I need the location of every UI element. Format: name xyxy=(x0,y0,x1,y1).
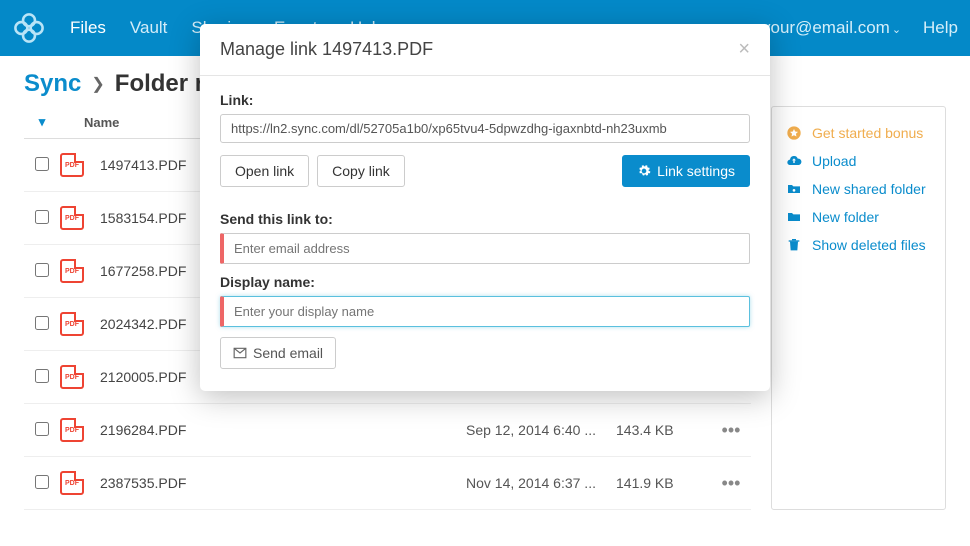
logo-icon[interactable] xyxy=(12,11,46,45)
pdf-icon: PDF xyxy=(60,206,84,230)
button-label: Link settings xyxy=(657,163,735,179)
row-checkbox[interactable] xyxy=(35,316,49,330)
pdf-icon: PDF xyxy=(60,471,84,495)
pdf-icon: PDF xyxy=(60,418,84,442)
pdf-icon: PDF xyxy=(60,153,84,177)
button-label: Send email xyxy=(253,345,323,361)
row-actions-icon[interactable]: ••• xyxy=(711,473,751,494)
sidebar-item-label: New shared folder xyxy=(812,181,926,197)
trash-icon xyxy=(786,237,802,253)
shared-folder-icon xyxy=(786,181,802,197)
sidebar-item-label: New folder xyxy=(812,209,879,225)
nav-right: your@email.com⌄ Help xyxy=(762,18,958,38)
open-link-button[interactable]: Open link xyxy=(220,155,309,187)
modal-header: Manage link 1497413.PDF × xyxy=(200,24,770,76)
folder-icon xyxy=(786,209,802,225)
row-checkbox[interactable] xyxy=(35,475,49,489)
row-checkbox[interactable] xyxy=(35,422,49,436)
sidebar-item-label: Show deleted files xyxy=(812,237,926,253)
chevron-right-icon: ❯ xyxy=(91,74,104,94)
row-checkbox[interactable] xyxy=(35,210,49,224)
modal-title: Manage link 1497413.PDF xyxy=(220,39,433,60)
pdf-icon: PDF xyxy=(60,365,84,389)
action-sidebar: Get started bonus Upload New shared fold… xyxy=(771,106,946,510)
breadcrumb-root[interactable]: Sync xyxy=(24,70,81,98)
sort-menu-icon[interactable]: ▾ xyxy=(24,114,60,130)
file-size: 141.9 KB xyxy=(616,475,711,491)
star-icon xyxy=(786,125,802,141)
sidebar-bonus[interactable]: Get started bonus xyxy=(786,119,931,147)
file-size: 143.4 KB xyxy=(616,422,711,438)
manage-link-modal: Manage link 1497413.PDF × Link: Open lin… xyxy=(200,24,770,391)
link-label: Link: xyxy=(220,92,750,108)
link-settings-button[interactable]: Link settings xyxy=(622,155,750,187)
sidebar-new-shared[interactable]: New shared folder xyxy=(786,175,931,203)
display-name-input[interactable] xyxy=(220,296,750,327)
account-menu[interactable]: your@email.com⌄ xyxy=(762,18,901,38)
pdf-icon: PDF xyxy=(60,312,84,336)
nav-help-right[interactable]: Help xyxy=(923,18,958,38)
table-row: PDF 2196284.PDF Sep 12, 2014 6:40 ... 14… xyxy=(24,404,751,457)
email-input[interactable] xyxy=(220,233,750,264)
send-link-label: Send this link to: xyxy=(220,211,750,227)
row-checkbox[interactable] xyxy=(35,263,49,277)
row-checkbox[interactable] xyxy=(35,369,49,383)
display-name-label: Display name: xyxy=(220,274,750,290)
gear-icon xyxy=(637,164,651,178)
chevron-down-icon: ⌄ xyxy=(892,24,901,36)
cloud-upload-icon xyxy=(786,153,802,169)
nav-files[interactable]: Files xyxy=(70,18,106,38)
sidebar-new-folder[interactable]: New folder xyxy=(786,203,931,231)
nav-vault[interactable]: Vault xyxy=(130,18,168,38)
send-email-button[interactable]: Send email xyxy=(220,337,336,369)
link-url-input[interactable] xyxy=(220,114,750,143)
pdf-icon: PDF xyxy=(60,259,84,283)
file-name[interactable]: 2387535.PDF xyxy=(100,475,466,491)
table-row: PDF 2387535.PDF Nov 14, 2014 6:37 ... 14… xyxy=(24,457,751,510)
row-checkbox[interactable] xyxy=(35,157,49,171)
copy-link-button[interactable]: Copy link xyxy=(317,155,405,187)
file-date: Nov 14, 2014 6:37 ... xyxy=(466,475,616,491)
sidebar-upload[interactable]: Upload xyxy=(786,147,931,175)
file-date: Sep 12, 2014 6:40 ... xyxy=(466,422,616,438)
close-icon[interactable]: × xyxy=(738,38,750,61)
sidebar-item-label: Get started bonus xyxy=(812,125,923,141)
row-actions-icon[interactable]: ••• xyxy=(711,420,751,441)
envelope-icon xyxy=(233,347,247,359)
sidebar-item-label: Upload xyxy=(812,153,856,169)
sidebar-show-deleted[interactable]: Show deleted files xyxy=(786,231,931,259)
file-name[interactable]: 2196284.PDF xyxy=(100,422,466,438)
